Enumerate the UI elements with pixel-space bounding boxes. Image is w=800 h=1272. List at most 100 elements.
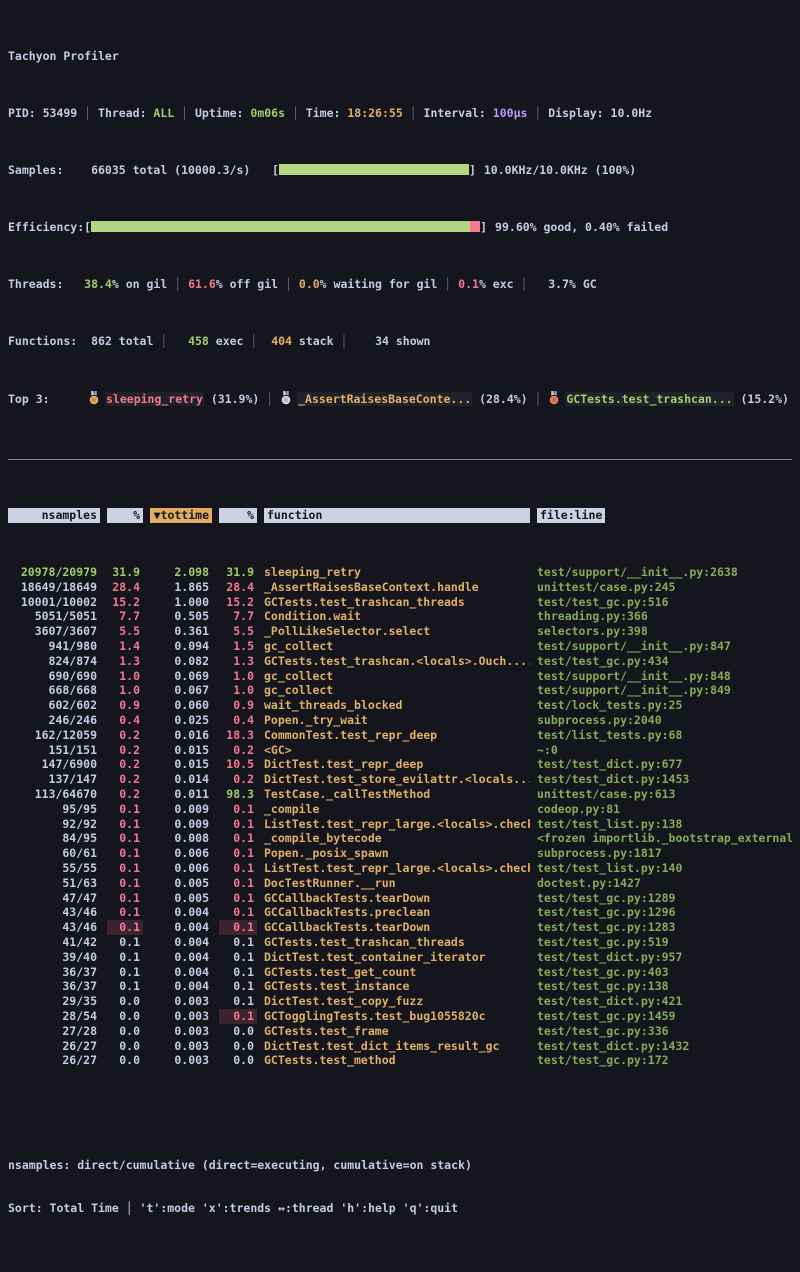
cell-file-line: test/test_gc.py:1283: [537, 920, 792, 935]
cell-nsamples: 84/95: [8, 831, 100, 846]
cell-file-line: doctest.py:1427: [537, 876, 792, 891]
cell-direct-pct: 5.5: [107, 624, 143, 639]
cell-tottime: 0.003: [150, 1009, 212, 1024]
cell-file-line: test/support/__init__.py:847: [537, 639, 792, 654]
cell-cumulative-pct: 0.1: [219, 920, 257, 935]
table-row: 3607/36075.50.3615.5_PollLikeSelector.se…: [8, 624, 792, 639]
gold-medal-icon: [88, 391, 100, 405]
cell-function: _compile: [264, 802, 530, 817]
cell-direct-pct: 0.2: [107, 787, 143, 802]
top3-item: GCTests.test_trashcan... (15.2%): [548, 392, 789, 406]
cell-direct-pct: 0.1: [107, 905, 143, 920]
col-header-cumulative-pct[interactable]: %: [219, 508, 257, 523]
cell-tottime: 0.003: [150, 1053, 212, 1068]
cell-cumulative-pct: 0.0: [219, 1053, 257, 1068]
table-row: 246/2460.40.0250.4Popen._try_waitsubproc…: [8, 713, 792, 728]
cell-tottime: 0.004: [150, 979, 212, 994]
cell-file-line: test/test_gc.py:1289: [537, 891, 792, 906]
cell-function: DictTest.test_container_iterator: [264, 950, 530, 965]
cell-cumulative-pct: 0.1: [219, 1009, 257, 1024]
top3-function-name: _AssertRaisesBaseConte...: [297, 392, 472, 406]
cell-function: wait_threads_blocked: [264, 698, 530, 713]
cell-function: GCTogglingTests.test_bug1055820c: [264, 1009, 530, 1024]
col-header-nsamples[interactable]: nsamples: [8, 508, 100, 523]
cell-nsamples: 137/147: [8, 772, 100, 787]
table-row: 55/550.10.0060.1ListTest.test_repr_large…: [8, 861, 792, 876]
cell-tottime: 0.060: [150, 698, 212, 713]
cell-nsamples: 26/27: [8, 1039, 100, 1054]
cell-direct-pct: 0.0: [107, 1024, 143, 1039]
cell-function: DictTest.test_copy_fuzz: [264, 994, 530, 1009]
cell-tottime: 0.006: [150, 846, 212, 861]
cell-nsamples: 43/46: [8, 920, 100, 935]
cell-nsamples: 5051/5051: [8, 609, 100, 624]
col-header-tottime-sorted[interactable]: ▼tottime: [150, 508, 212, 523]
cell-function: TestCase._callTestMethod: [264, 787, 530, 802]
col-header-file-line[interactable]: file:line: [537, 508, 605, 523]
cell-nsamples: 824/874: [8, 654, 100, 669]
cell-file-line: subprocess.py:1817: [537, 846, 792, 861]
cell-nsamples: 147/6900: [8, 757, 100, 772]
table-row: 668/6681.00.0671.0gc_collecttest/support…: [8, 683, 792, 698]
cell-function: _compile_bytecode: [264, 831, 530, 846]
top3-percentage: (28.4%): [472, 392, 527, 406]
cell-function: ListTest.test_repr_large.<locals>.check: [264, 861, 530, 876]
cell-file-line: test/test_list.py:138: [537, 817, 792, 832]
text-segment: Time:: [299, 106, 347, 120]
cell-cumulative-pct: 0.1: [219, 979, 257, 994]
cell-cumulative-pct: 0.4: [219, 713, 257, 728]
cell-function: Popen._posix_spawn: [264, 846, 530, 861]
cell-nsamples: 20978/20979: [8, 565, 100, 580]
table-row: 36/370.10.0040.1GCTests.test_get_countte…: [8, 965, 792, 980]
cell-tottime: 0.505: [150, 609, 212, 624]
cell-cumulative-pct: 0.0: [219, 1039, 257, 1054]
efficiency-bar: [91, 221, 480, 232]
cell-nsamples: 60/61: [8, 846, 100, 861]
cell-tottime: 0.014: [150, 772, 212, 787]
cell-nsamples: 602/602: [8, 698, 100, 713]
text-segment: 38.4: [84, 277, 112, 291]
cell-tottime: 0.025: [150, 713, 212, 728]
text-segment: 0.1: [458, 277, 479, 291]
cell-direct-pct: 0.1: [107, 965, 143, 980]
cell-nsamples: 43/46: [8, 905, 100, 920]
threads-line: Threads: 38.4% on gil │ 61.6% off gil │ …: [8, 277, 792, 292]
cell-direct-pct: 0.0: [107, 1009, 143, 1024]
cell-cumulative-pct: 15.2: [219, 595, 257, 610]
cell-direct-pct: 0.1: [107, 876, 143, 891]
col-header-file-wrap: file:line: [537, 508, 792, 523]
col-header-direct-pct[interactable]: %: [107, 508, 143, 523]
text-segment: [527, 277, 548, 291]
text-segment: 862 total: [91, 334, 160, 348]
cell-cumulative-pct: 0.1: [219, 831, 257, 846]
terminal-screen: Tachyon Profiler PID: 53499 │ Thread: AL…: [0, 0, 800, 723]
table-row: 151/1510.20.0150.2<GC>~:0: [8, 743, 792, 758]
table-row: 602/6020.90.0600.9wait_threads_blockedte…: [8, 698, 792, 713]
cell-nsamples: 92/92: [8, 817, 100, 832]
cell-tottime: 0.016: [150, 728, 212, 743]
cell-direct-pct: 0.1: [107, 891, 143, 906]
cell-nsamples: 3607/3607: [8, 624, 100, 639]
cell-direct-pct: 0.1: [107, 846, 143, 861]
cell-tottime: 0.006: [150, 861, 212, 876]
text-segment: 0.0: [299, 277, 320, 291]
text-segment: Functions:: [8, 334, 91, 348]
cell-tottime: 0.009: [150, 802, 212, 817]
cell-direct-pct: 0.1: [107, 950, 143, 965]
table-row: 824/8741.30.0821.3GCTests.test_trashcan.…: [8, 654, 792, 669]
cell-function: gc_collect: [264, 683, 530, 698]
cell-function: DictTest.test_repr_deep: [264, 757, 530, 772]
cell-file-line: test/test_dict.py:677: [537, 757, 792, 772]
cell-cumulative-pct: 0.1: [219, 817, 257, 832]
top3-separator: │: [259, 392, 280, 406]
cell-direct-pct: 0.1: [107, 979, 143, 994]
text-segment: │: [285, 277, 292, 291]
cell-cumulative-pct: 0.1: [219, 861, 257, 876]
text-segment: [257, 334, 271, 348]
cell-nsamples: 36/37: [8, 979, 100, 994]
col-header-function[interactable]: function: [264, 508, 530, 523]
text-segment: % waiting for gil: [320, 277, 445, 291]
table-row: 60/610.10.0060.1Popen._posix_spawnsubpro…: [8, 846, 792, 861]
cell-file-line: test/test_gc.py:1296: [537, 905, 792, 920]
app-title: Tachyon Profiler: [8, 49, 792, 64]
